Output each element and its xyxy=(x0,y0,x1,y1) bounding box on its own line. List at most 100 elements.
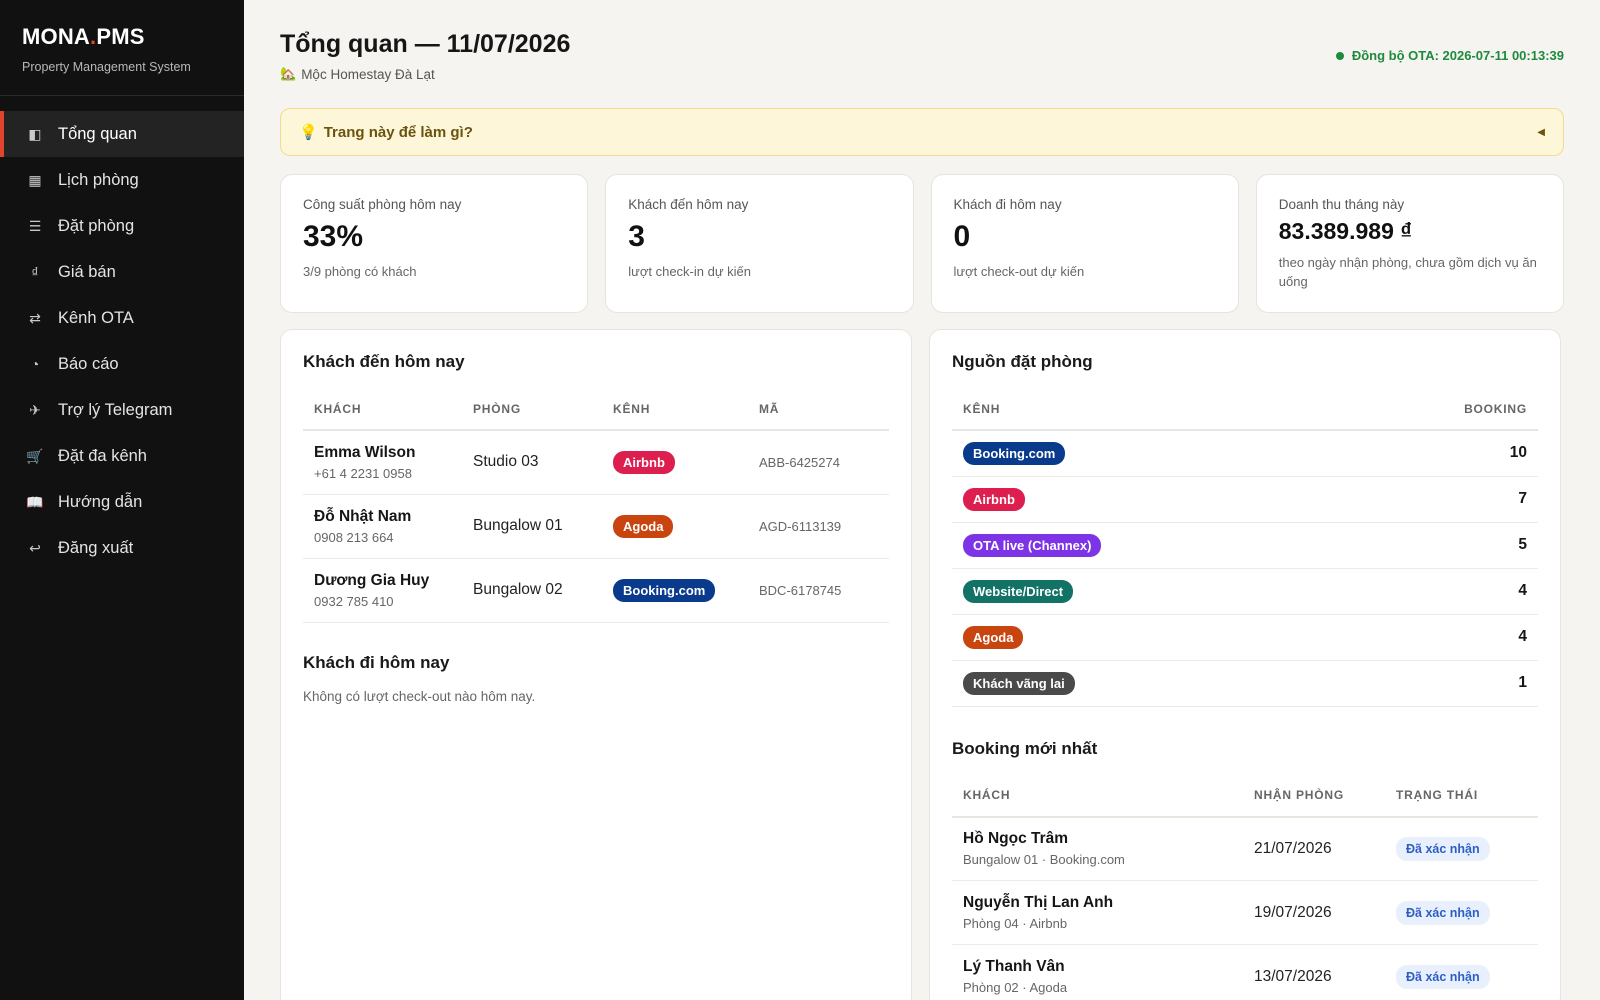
book-icon: 📖 xyxy=(26,493,44,510)
page-header: Tổng quan — 11/07/2026 🏡 Mộc Homestay Đà… xyxy=(280,0,1564,108)
room-cell: Bungalow 02 xyxy=(462,558,602,623)
sidebar-item-label: Đặt đa kênh xyxy=(58,446,147,465)
checkin-date: 19/07/2026 xyxy=(1243,880,1385,945)
table-row[interactable]: Emma Wilson +61 4 2231 0958 Studio 03 Airbn… xyxy=(303,430,889,495)
sources-col-booking: BOOKING xyxy=(1335,388,1538,431)
logout-icon: ↩ xyxy=(29,539,41,556)
stat-label: Công suất phòng hôm nay xyxy=(303,197,462,212)
booking-detail: Bungalow 01 · Booking.com xyxy=(963,852,1125,868)
table-row: Khách vãng lai 1 xyxy=(952,660,1538,707)
booking-detail: Phòng 02 · Agoda xyxy=(963,980,1068,995)
table-row: OTA live (Channex) 5 xyxy=(952,522,1538,569)
channel-cell: Airbnb xyxy=(602,430,748,495)
channel-cell: Website/Direct xyxy=(952,568,1336,615)
channel-badge: Website/Direct xyxy=(963,579,1074,603)
sidebar-item-6[interactable]: ✈ Trợ lý Telegram xyxy=(0,387,244,433)
guest-name[interactable]: Nguyễn Thị Lan Anh xyxy=(963,894,1232,912)
channel-badge: Agoda xyxy=(963,625,1024,649)
report-pie-icon: ◔ xyxy=(30,356,40,372)
booking-code: AGD-6113139 xyxy=(748,494,889,559)
calendar-icon: ▦ xyxy=(28,171,42,188)
guest-phone: +61 4 2231 0958 xyxy=(314,465,412,481)
booking-detail: Phòng 04 · Airbnb xyxy=(963,916,1068,931)
room-cell: Bungalow 01 xyxy=(462,494,602,559)
sidebar-item-7[interactable]: 🛒 Đặt đa kênh xyxy=(0,433,244,479)
guest-cell: Emma Wilson +61 4 2231 0958 xyxy=(303,430,462,495)
sidebar-item-0[interactable]: ◧ Tổng quan xyxy=(0,111,244,157)
stat-card: Khách đi hôm nay 0 lượt check-out dự kiến xyxy=(930,174,1239,313)
sources-table: KÊNH BOOKING Booking.com 10 Airbnb 7 OTA liv… xyxy=(952,388,1538,707)
sidebar-item-label: Hướng dẫn xyxy=(58,492,143,511)
sidebar: MONA.PMS Property Management System ◧ Tổn… xyxy=(0,0,244,1000)
table-row[interactable]: Nguyễn Thị Lan Anh Phòng 04 · Airbnb 19/07… xyxy=(952,880,1538,945)
departures-title: Khách đi hôm nay xyxy=(303,652,450,672)
caret-left-icon[interactable]: ◀ xyxy=(1537,127,1545,138)
table-row: Agoda 4 xyxy=(952,614,1538,661)
sync-arrows-icon: ⇄ xyxy=(29,309,41,326)
stat-value: 33% xyxy=(303,220,364,253)
arrivals-col-channel: KÊNH xyxy=(602,388,748,431)
table-row: Airbnb 7 xyxy=(952,476,1538,523)
guest-cell: Hồ Ngọc Trâm Bungalow 01 · Booking.com xyxy=(952,816,1243,881)
sidebar-item-label: Đặt phòng xyxy=(58,216,135,235)
help-toggle[interactable]: 💡 Trang này để làm gì? ◀ xyxy=(280,108,1564,156)
guest-cell: Dương Gia Huy 0932 785 410 xyxy=(303,558,462,623)
house-icon: 🏡 xyxy=(280,66,297,81)
stat-label: Khách đến hôm nay xyxy=(628,197,749,212)
arrivals-table: KHÁCH PHÒNG KÊNH MÃ Emma Wilson +61 4 223… xyxy=(303,388,889,623)
guest-cell: Nguyễn Thị Lan Anh Phòng 04 · Airbnb xyxy=(952,880,1243,945)
main-content: Tổng quan — 11/07/2026 🏡 Mộc Homestay Đà… xyxy=(244,0,1600,1000)
guest-name[interactable]: Đỗ Nhật Nam xyxy=(314,508,451,526)
arrivals-panel: Khách đến hôm nay KHÁCH PHÒNG KÊNH MÃ Em… xyxy=(280,329,912,1000)
sidebar-item-9[interactable]: ↩ Đăng xuất xyxy=(0,525,244,571)
status-cell: Đã xác nhận xyxy=(1385,944,1538,1000)
booking-code: BDC-6178745 xyxy=(748,558,889,623)
page-title: Tổng quan — 11/07/2026 xyxy=(280,30,571,58)
guest-cell: Lý Thanh Vân Phòng 02 · Agoda xyxy=(952,944,1243,1000)
table-row[interactable]: Đỗ Nhật Nam 0908 213 664 Bungalow 01 Agoda A… xyxy=(303,494,889,559)
brand: MONA.PMS Property Management System xyxy=(0,0,244,96)
table-row: Website/Direct 4 xyxy=(952,568,1538,615)
guest-name[interactable]: Emma Wilson xyxy=(314,444,451,462)
sidebar-item-3[interactable]: ₫ Giá bán xyxy=(0,249,244,295)
sidebar-item-label: Trợ lý Telegram xyxy=(58,400,173,419)
booking-count: 7 xyxy=(1335,476,1538,523)
property-name: 🏡 Mộc Homestay Đà Lạt xyxy=(280,66,435,82)
brand-name-part1: MONA xyxy=(22,24,91,49)
arrivals-col-code: MÃ xyxy=(748,388,889,431)
status-badge: Đã xác nhận xyxy=(1396,836,1490,861)
stat-label: Khách đi hôm nay xyxy=(953,197,1062,212)
table-row[interactable]: Lý Thanh Vân Phòng 02 · Agoda 13/07/2026 Đã… xyxy=(952,944,1538,1000)
guest-name[interactable]: Hồ Ngọc Trâm xyxy=(963,830,1232,848)
brand-logo[interactable]: MONA.PMS xyxy=(22,24,222,50)
sidebar-item-4[interactable]: ⇄ Kênh OTA xyxy=(0,295,244,341)
sidebar-item-1[interactable]: ▦ Lịch phòng xyxy=(0,157,244,203)
ota-sync-text: Đồng bộ OTA: 2026-07-11 00:13:39 xyxy=(1351,48,1564,63)
channel-cell: Agoda xyxy=(602,494,748,559)
status-badge: Đã xác nhận xyxy=(1396,900,1490,925)
channel-badge: Agoda xyxy=(613,514,674,538)
sidebar-item-5[interactable]: ◔ Báo cáo xyxy=(0,341,244,387)
channel-cell: Agoda xyxy=(952,614,1336,661)
sidebar-item-8[interactable]: 📖 Hướng dẫn xyxy=(0,479,244,525)
checkin-date: 13/07/2026 xyxy=(1243,944,1385,1000)
dashboard-columns: Khách đến hôm nay KHÁCH PHÒNG KÊNH MÃ Em… xyxy=(280,329,1564,1000)
status-dot-icon xyxy=(1335,51,1344,60)
sidebar-item-2[interactable]: ☰ Đặt phòng xyxy=(0,203,244,249)
stat-value: 83.389.989 ₫ xyxy=(1278,218,1413,244)
sources-col-channel: KÊNH xyxy=(952,388,1336,431)
table-row: Booking.com 10 xyxy=(952,430,1538,477)
channel-badge: Booking.com xyxy=(963,441,1066,465)
booking-count: 4 xyxy=(1335,614,1538,661)
stats-row: Công suất phòng hôm nay 33% 3/9 phòng có k… xyxy=(280,174,1564,313)
channel-cell: Airbnb xyxy=(952,476,1336,523)
table-row[interactable]: Dương Gia Huy 0932 785 410 Bungalow 02 Book… xyxy=(303,558,889,623)
stat-note: lượt check-out dự kiến xyxy=(953,264,1085,279)
sidebar-item-label: Tổng quan xyxy=(58,124,137,143)
booking-count: 10 xyxy=(1335,430,1538,477)
table-row[interactable]: Hồ Ngọc Trâm Bungalow 01 · Booking.com 21/… xyxy=(952,816,1538,881)
guest-name[interactable]: Lý Thanh Vân xyxy=(963,958,1232,976)
guest-name[interactable]: Dương Gia Huy xyxy=(314,572,451,590)
dong-icon: ₫ xyxy=(31,264,39,280)
latest-col-checkin: NHẬN PHÒNG xyxy=(1243,774,1385,818)
